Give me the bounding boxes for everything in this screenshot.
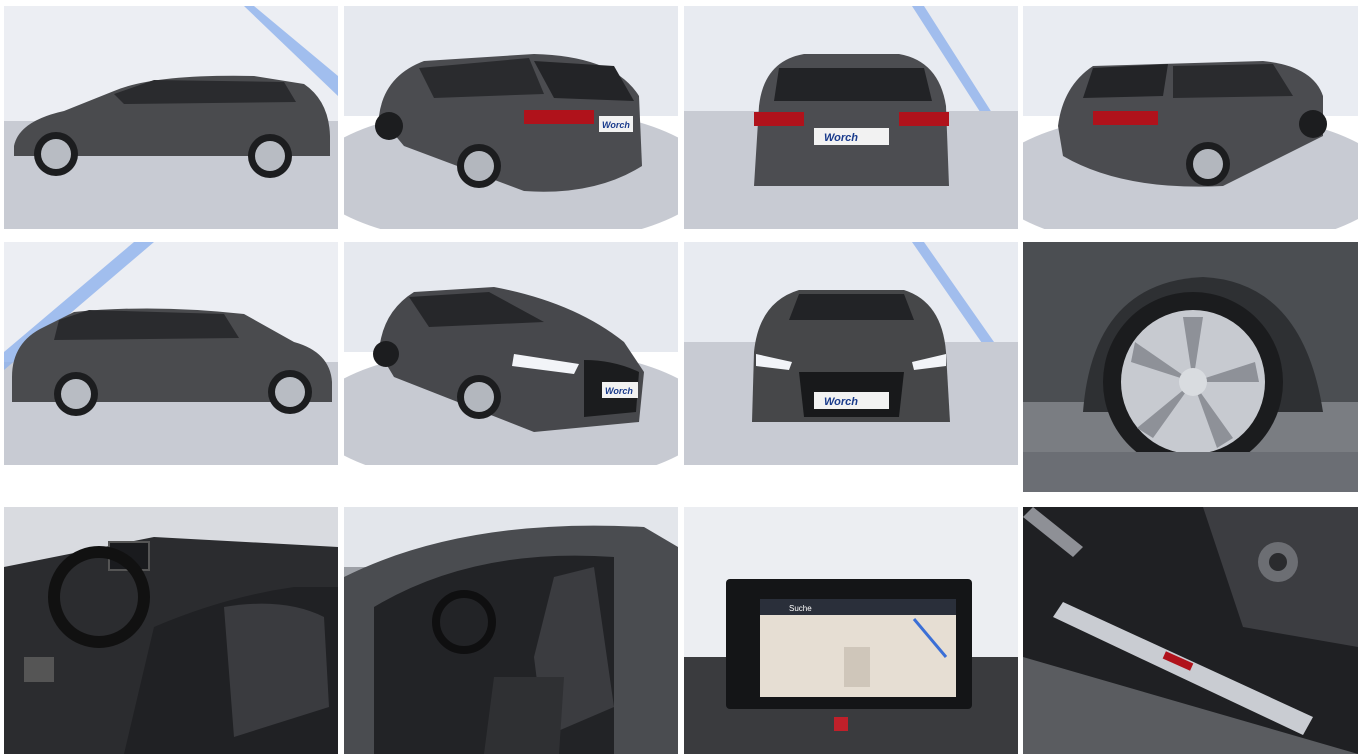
photo-door-sill-seat-controls[interactable]	[1023, 507, 1358, 754]
photo-side-left[interactable]	[4, 6, 338, 229]
photo-front-three-quarter-left[interactable]: Worch	[344, 242, 678, 465]
search-label: Suche	[789, 604, 812, 613]
plate-text: Worch	[605, 386, 633, 396]
photo-wheel-closeup[interactable]	[1023, 242, 1358, 492]
photo-infotainment-screen[interactable]: Suche	[684, 507, 1018, 754]
plate-text: Worch	[824, 132, 858, 144]
photo-front[interactable]: Worch	[684, 242, 1018, 465]
plate-text: Worch	[602, 120, 630, 130]
photo-rear-three-quarter-left[interactable]: Worch	[344, 6, 678, 229]
photo-rear-three-quarter-right[interactable]	[1023, 6, 1358, 229]
photo-front-seats-open-door[interactable]	[344, 507, 678, 754]
plate-text: Worch	[824, 396, 858, 408]
photo-side-right[interactable]	[4, 242, 338, 465]
photo-rear[interactable]: Worch	[684, 6, 1018, 229]
photo-cockpit-interior[interactable]	[4, 507, 338, 754]
